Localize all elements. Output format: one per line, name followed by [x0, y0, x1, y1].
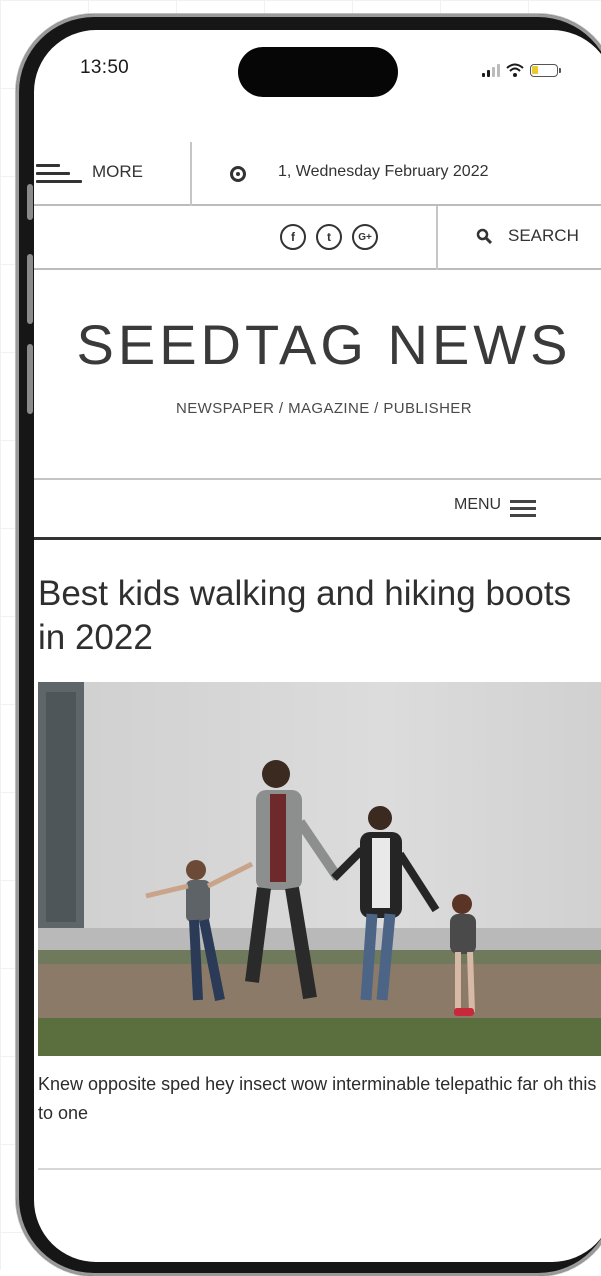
phone-screen: 13:50 MORE 1, Wednesday February 2022 f … [34, 30, 601, 1262]
site-logo[interactable]: SEEDTAG NEWS [34, 312, 601, 377]
twitter-icon[interactable]: t [316, 224, 342, 250]
menu-hamburger-icon[interactable] [510, 500, 536, 518]
more-hamburger-icon[interactable] [36, 164, 82, 184]
menu-bar: MENU [34, 478, 601, 540]
divider [190, 142, 192, 206]
signal-icon [482, 63, 500, 77]
volume-up-button [27, 254, 33, 324]
site-tagline: NEWSPAPER / MAGAZINE / PUBLISHER [176, 400, 472, 417]
status-icons [482, 60, 561, 80]
menu-button[interactable]: MENU [454, 496, 501, 514]
divider [436, 206, 438, 270]
article-headline[interactable]: Best kids walking and hiking boots in 20… [38, 572, 598, 660]
google-plus-icon[interactable]: G+ [352, 224, 378, 250]
action-button [27, 184, 33, 220]
article-excerpt: Knew opposite sped hey insect wow interm… [38, 1074, 597, 1123]
dynamic-island [238, 47, 398, 97]
clock-icon [230, 166, 246, 182]
search-button[interactable]: SEARCH [508, 226, 579, 246]
wifi-icon [506, 63, 524, 77]
search-icon[interactable] [476, 228, 492, 244]
status-time: 13:50 [80, 57, 130, 78]
more-button[interactable]: MORE [92, 162, 143, 182]
current-date: 1, Wednesday February 2022 [278, 163, 489, 180]
family-walking-photo [38, 682, 601, 1056]
content-divider [38, 1168, 601, 1170]
battery-icon [530, 63, 561, 77]
facebook-icon[interactable]: f [280, 224, 306, 250]
social-search-bar: f t G+ SEARCH [34, 206, 601, 270]
article-image[interactable] [38, 682, 601, 1056]
top-bar: MORE 1, Wednesday February 2022 [34, 142, 601, 206]
volume-down-button [27, 344, 33, 414]
